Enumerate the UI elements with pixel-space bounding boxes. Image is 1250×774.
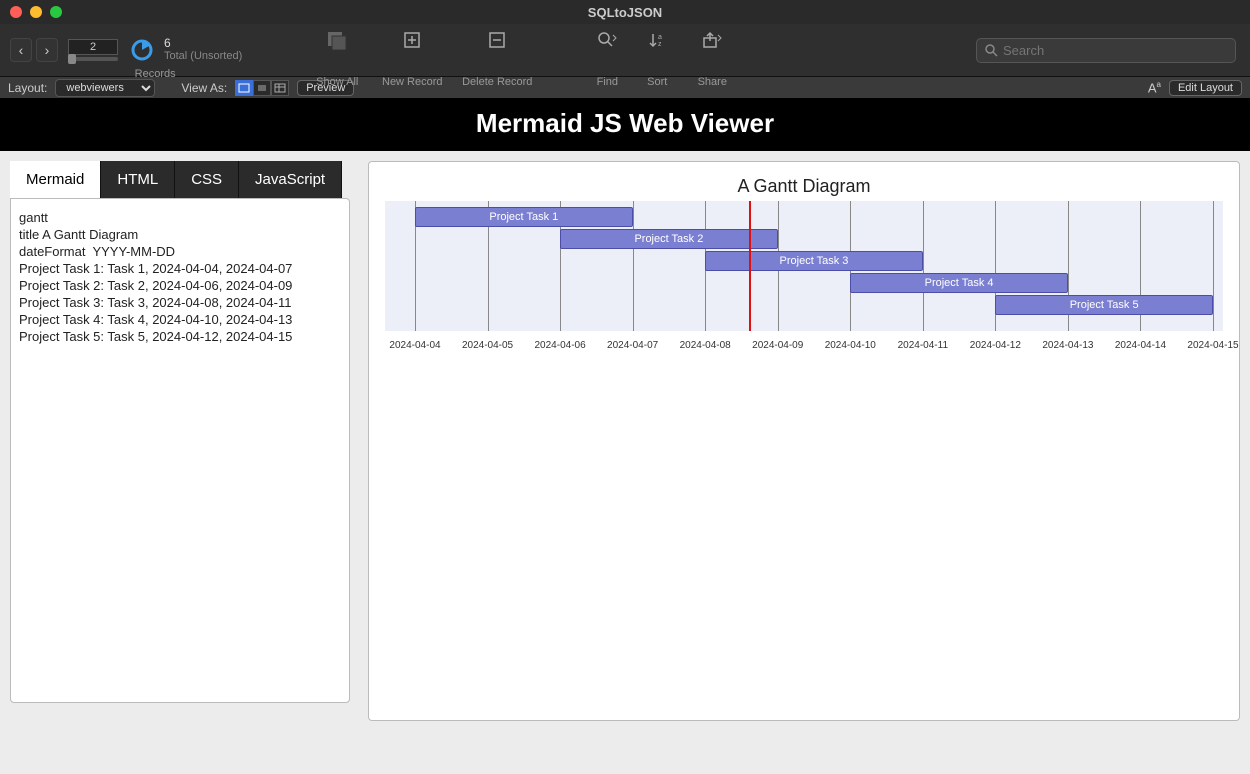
text-format-icon[interactable]: Aa [1148, 80, 1161, 95]
prev-record-button[interactable]: ‹ [10, 38, 32, 62]
x-tick-label: 2024-04-05 [462, 340, 513, 351]
delete-record-button[interactable]: Delete Record [452, 27, 542, 73]
gantt-bar: Project Task 4 [850, 273, 1068, 293]
code-tabs: MermaidHTMLCSSJavaScript [10, 161, 350, 198]
web-viewer: A Gantt Diagram 2024-04-042024-04-052024… [368, 161, 1240, 721]
x-tick-label: 2024-04-07 [607, 340, 658, 351]
gantt-bar: Project Task 2 [560, 229, 778, 249]
records-label: Records [68, 68, 242, 80]
x-tick-label: 2024-04-14 [1115, 340, 1166, 351]
code-line: title A Gantt Diagram [19, 226, 341, 243]
gantt-bar: Project Task 3 [705, 251, 923, 271]
page-title: Mermaid JS Web Viewer [0, 98, 1250, 151]
search-icon [984, 43, 998, 60]
total-label: Total (Unsorted) [164, 50, 242, 63]
search-input[interactable] [976, 38, 1236, 63]
chart-title: A Gantt Diagram [379, 176, 1229, 197]
show-all-button[interactable]: Show All [302, 27, 372, 73]
record-number-field[interactable]: 2 [68, 39, 118, 55]
tab-html[interactable]: HTML [101, 161, 175, 198]
gantt-bar: Project Task 5 [995, 295, 1213, 315]
left-panel: MermaidHTMLCSSJavaScript gantttitle A Ga… [10, 161, 350, 764]
share-button[interactable]: Share [682, 27, 742, 73]
code-line: Project Task 2: Task 2, 2024-04-06, 2024… [19, 277, 341, 294]
edit-layout-button[interactable]: Edit Layout [1169, 80, 1242, 96]
gridline [923, 201, 924, 331]
code-line: gantt [19, 209, 341, 226]
records-group: 2 6 Total (Unsorted) Records [68, 37, 242, 63]
search-field-wrap [976, 38, 1236, 63]
x-tick-label: 2024-04-11 [898, 340, 948, 351]
toolbar: ‹ › 2 6 Total (Unsorted) Records Show Al… [0, 24, 1250, 76]
x-tick-label: 2024-04-04 [389, 340, 440, 351]
layout-label: Layout: [8, 81, 47, 95]
share-icon [701, 27, 723, 53]
sort-icon: az [648, 27, 666, 53]
tab-css[interactable]: CSS [175, 161, 239, 198]
view-list-button[interactable] [253, 80, 271, 96]
view-form-button[interactable] [235, 80, 253, 96]
total-count: 6 [164, 37, 242, 50]
pie-progress-icon [130, 38, 154, 62]
svg-text:a: a [658, 34, 662, 41]
x-tick-label: 2024-04-06 [535, 340, 586, 351]
x-tick-label: 2024-04-08 [680, 340, 731, 351]
tab-mermaid[interactable]: Mermaid [10, 161, 101, 198]
titlebar: SQLtoJSON [0, 0, 1250, 24]
body: MermaidHTMLCSSJavaScript gantttitle A Ga… [0, 151, 1250, 774]
find-button[interactable]: Find [582, 27, 632, 73]
x-tick-label: 2024-04-09 [752, 340, 803, 351]
next-record-button[interactable]: › [36, 38, 58, 62]
svg-text:z: z [658, 41, 662, 48]
x-tick-label: 2024-04-10 [825, 340, 876, 351]
gantt-bar: Project Task 1 [415, 207, 633, 227]
layout-select[interactable]: webviewers [55, 79, 155, 97]
sort-button[interactable]: az Sort [632, 27, 682, 73]
code-line: Project Task 4: Task 4, 2024-04-10, 2024… [19, 311, 341, 328]
tab-javascript[interactable]: JavaScript [239, 161, 342, 198]
x-tick-label: 2024-04-15 [1187, 340, 1238, 351]
gridline [633, 201, 634, 331]
code-line: Project Task 5: Task 5, 2024-04-12, 2024… [19, 328, 341, 345]
x-tick-label: 2024-04-13 [1042, 340, 1093, 351]
today-line [749, 201, 751, 331]
view-as-label: View As: [181, 81, 227, 95]
x-tick-label: 2024-04-12 [970, 340, 1021, 351]
view-mode-buttons [235, 80, 289, 96]
code-editor[interactable]: gantttitle A Gantt DiagramdateFormat YYY… [10, 198, 350, 703]
search-icon [596, 27, 618, 53]
record-slider[interactable] [68, 57, 118, 61]
new-record-button[interactable]: New Record [372, 27, 452, 73]
code-line: dateFormat YYYY-MM-DD [19, 243, 341, 260]
gantt-chart: 2024-04-04 2024-04-05 2024-04-06 2024-04-07… [385, 201, 1223, 351]
code-line: Project Task 1: Task 1, 2024-04-04, 2024… [19, 260, 341, 277]
code-line: Project Task 3: Task 3, 2024-04-08, 2024… [19, 294, 341, 311]
gridline [1213, 201, 1214, 331]
view-table-button[interactable] [271, 80, 289, 96]
window-title: SQLtoJSON [0, 5, 1250, 20]
